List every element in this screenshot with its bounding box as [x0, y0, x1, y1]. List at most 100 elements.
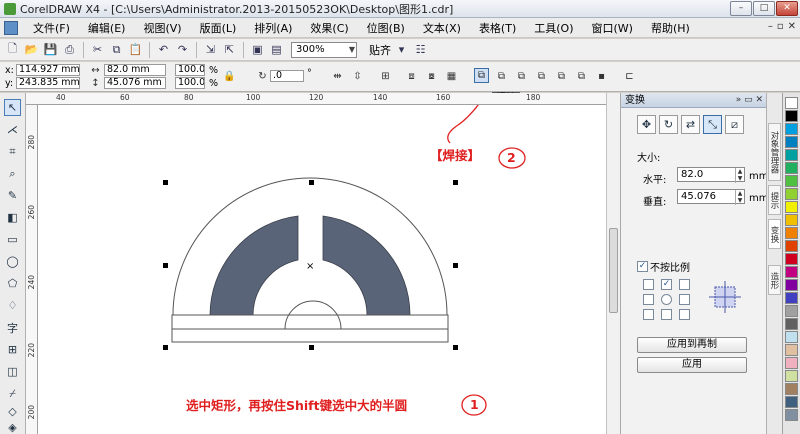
menu-help[interactable]: 帮助(H) — [642, 20, 699, 36]
palette-swatch[interactable] — [785, 149, 798, 161]
vertical-scrollbar[interactable] — [606, 93, 620, 434]
maximize-button[interactable]: □ — [753, 1, 775, 16]
scale-y-field[interactable]: 100.0 — [175, 77, 205, 89]
apply-button[interactable]: 应用 — [637, 357, 747, 373]
mirror-horizontal-icon[interactable]: ⇹ — [330, 69, 345, 84]
palette-swatch[interactable] — [785, 331, 798, 343]
import-icon[interactable]: ⇲ — [202, 41, 219, 58]
palette-swatch[interactable] — [785, 279, 798, 291]
drawing-canvas[interactable]: × 【焊接】 2 选中矩形，再按住Shift键选中大的半圆 1 — [38, 105, 606, 434]
minimize-button[interactable]: – — [730, 1, 752, 16]
intersect-icon[interactable]: ⧉ — [514, 69, 529, 84]
document-icon[interactable] — [4, 20, 18, 35]
front-minus-back-icon[interactable]: ⧉ — [554, 69, 569, 84]
chevron-down-icon[interactable]: ▾ — [393, 41, 410, 58]
palette-swatch[interactable] — [785, 344, 798, 356]
palette-swatch[interactable] — [785, 188, 798, 200]
palette-swatch[interactable] — [785, 396, 798, 408]
docker-header-buttons[interactable]: » ▭ ✕ — [736, 93, 763, 108]
application-launcher-icon[interactable]: ▣ — [249, 41, 266, 58]
open-folder-icon[interactable]: 📂 — [23, 41, 40, 58]
object-width-field[interactable]: 82.0 mm — [104, 64, 166, 76]
object-height-field[interactable]: 45.076 mm — [104, 77, 166, 89]
smart-fill-tool-icon[interactable]: ◧ — [4, 209, 21, 226]
menu-bitmaps[interactable]: 位图(B) — [358, 20, 414, 36]
palette-swatch[interactable] — [785, 162, 798, 174]
menu-text[interactable]: 文本(X) — [414, 20, 470, 36]
horizontal-spinner[interactable]: ▲ ▼ — [735, 168, 744, 183]
menu-edit[interactable]: 编辑(E) — [79, 20, 135, 36]
basic-shapes-tool-icon[interactable]: ♢ — [4, 297, 21, 314]
rectangle-tool-icon[interactable]: ▭ — [4, 231, 21, 248]
paste-icon[interactable]: 📋 — [127, 41, 144, 58]
doc-restore-button[interactable]: ▫ — [777, 21, 784, 32]
anchor-checkbox[interactable] — [679, 279, 690, 290]
convert-to-curves-icon[interactable]: ⊏ — [622, 69, 637, 84]
palette-swatch[interactable] — [785, 227, 798, 239]
anchor-checkbox[interactable] — [643, 279, 654, 290]
y-position-field[interactable]: 243.835 mm — [16, 77, 80, 89]
eyedropper-tool-icon[interactable]: ⌿ — [4, 385, 21, 402]
back-minus-front-icon[interactable]: ⧉ — [574, 69, 589, 84]
redo-icon[interactable]: ↷ — [174, 41, 191, 58]
size-transform-icon[interactable]: ⤡ — [703, 115, 722, 134]
doc-minimize-button[interactable]: – — [768, 21, 773, 32]
menu-table[interactable]: 表格(T) — [470, 20, 525, 36]
options-icon[interactable]: ☷ — [412, 41, 429, 58]
doc-close-button[interactable]: ✕ — [788, 21, 796, 32]
ungroup-icon[interactable]: ⧇ — [424, 69, 439, 84]
shape-tool-icon[interactable]: ⋌ — [4, 121, 21, 138]
tab-shaping[interactable]: 造形 — [768, 265, 781, 295]
menu-layout[interactable]: 版面(L) — [191, 20, 246, 36]
polygon-tool-icon[interactable]: ⬠ — [4, 275, 21, 292]
weld-icon[interactable]: ⧉ — [474, 68, 489, 83]
palette-swatch[interactable] — [785, 357, 798, 369]
skew-transform-icon[interactable]: ⧄ — [725, 115, 744, 134]
menu-view[interactable]: 视图(V) — [134, 20, 190, 36]
x-position-field[interactable]: 114.927 mm — [16, 64, 80, 76]
horizontal-ruler[interactable]: 40 60 80 100 120 140 160 180 — [26, 93, 606, 105]
cut-icon[interactable]: ✂ — [89, 41, 106, 58]
scrollbar-thumb[interactable] — [609, 228, 618, 313]
palette-swatch[interactable] — [785, 123, 798, 135]
freehand-tool-icon[interactable]: ✎ — [4, 187, 21, 204]
scale-x-field[interactable]: 100.0 — [175, 64, 205, 76]
copy-icon[interactable]: ⧉ — [108, 41, 125, 58]
ellipse-tool-icon[interactable]: ◯ — [4, 253, 21, 270]
rotate-transform-icon[interactable]: ↻ — [659, 115, 678, 134]
undo-icon[interactable]: ↶ — [155, 41, 172, 58]
palette-swatch[interactable] — [785, 370, 798, 382]
menu-window[interactable]: 窗口(W) — [583, 20, 642, 36]
anchor-checkbox[interactable] — [661, 309, 672, 320]
palette-swatch[interactable] — [785, 266, 798, 278]
crop-tool-icon[interactable]: ⌗ — [4, 143, 21, 160]
mirror-vertical-icon[interactable]: ⇳ — [350, 69, 365, 84]
align-distribute-icon[interactable]: ⊞ — [378, 69, 393, 84]
outline-tool-icon[interactable]: ◇ — [4, 403, 21, 420]
tab-hints[interactable]: 提示 — [768, 185, 781, 215]
palette-swatch[interactable] — [785, 318, 798, 330]
anchor-center-radio[interactable] — [661, 294, 672, 305]
export-icon[interactable]: ⇱ — [221, 41, 238, 58]
palette-swatch[interactable] — [785, 253, 798, 265]
palette-swatch[interactable] — [785, 175, 798, 187]
fill-tool-icon[interactable]: ◈ — [4, 419, 21, 434]
close-button[interactable]: ✕ — [776, 1, 798, 16]
scale-mirror-icon[interactable]: ⇄ — [681, 115, 700, 134]
anchor-checkbox[interactable] — [643, 309, 654, 320]
base-rectangle-bottom[interactable] — [171, 328, 449, 343]
interactive-tool-icon[interactable]: ◫ — [4, 363, 21, 380]
tab-object-manager[interactable]: 对象管理器 — [768, 123, 781, 181]
zoom-tool-icon[interactable]: ⌕ — [4, 165, 21, 182]
simplify-icon[interactable]: ⧉ — [534, 69, 549, 84]
anchor-checkbox[interactable] — [679, 294, 690, 305]
non-proportional-checkbox[interactable]: ✓ — [637, 261, 648, 272]
text-tool-icon[interactable]: 字 — [4, 319, 21, 336]
tab-transform[interactable]: 变换 — [768, 219, 781, 249]
rotation-angle-field[interactable]: .0 — [270, 70, 304, 82]
group-icon[interactable]: ⧈ — [404, 69, 419, 84]
pick-tool-icon[interactable]: ↖ — [4, 99, 21, 116]
palette-swatch[interactable] — [785, 409, 798, 421]
save-icon[interactable]: 💾 — [42, 41, 59, 58]
palette-swatch[interactable] — [785, 214, 798, 226]
